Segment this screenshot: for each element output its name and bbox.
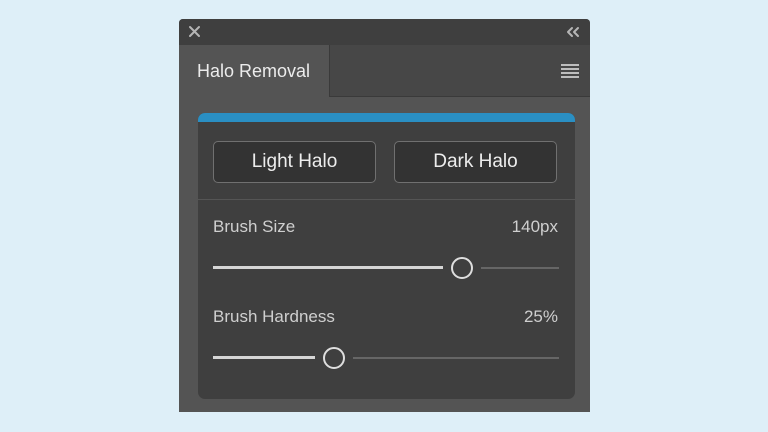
brush-hardness-track-fill: [213, 356, 316, 359]
brush-hardness-value: 25%: [523, 307, 558, 326]
brush-size-track-fill: [213, 266, 444, 269]
tab-halo-removal[interactable]: Halo Removal: [179, 45, 330, 97]
brush-hardness-slider-thumb[interactable]: [323, 347, 346, 369]
brush-size-label: Brush Size: [213, 217, 296, 236]
panel-titlebar: [179, 19, 590, 45]
halo-removal-panel: Halo Removal Light Halo Dark Halo Brush …: [179, 19, 590, 412]
hamburger-menu-icon[interactable]: [561, 63, 579, 79]
brush-size-value: 140px: [511, 217, 558, 236]
brush-size-track: [481, 267, 559, 269]
brush-hardness-slider[interactable]: [213, 345, 559, 371]
close-icon[interactable]: [186, 23, 204, 41]
brush-size-slider-thumb[interactable]: [451, 257, 474, 279]
dark-halo-button[interactable]: Dark Halo: [394, 141, 557, 183]
accent-bar: [198, 113, 575, 122]
divider: [198, 199, 575, 200]
brush-hardness-track: [353, 357, 559, 359]
tab-strip: Halo Removal: [179, 45, 590, 97]
brush-hardness-label: Brush Hardness: [213, 307, 335, 326]
panel-content: Light Halo Dark Halo Brush Size 140px Br…: [198, 113, 575, 399]
tab-label: Halo Removal: [197, 61, 311, 81]
brush-size-slider[interactable]: [213, 255, 559, 281]
light-halo-button[interactable]: Light Halo: [213, 141, 376, 183]
double-chevron-left-icon[interactable]: [564, 23, 582, 41]
